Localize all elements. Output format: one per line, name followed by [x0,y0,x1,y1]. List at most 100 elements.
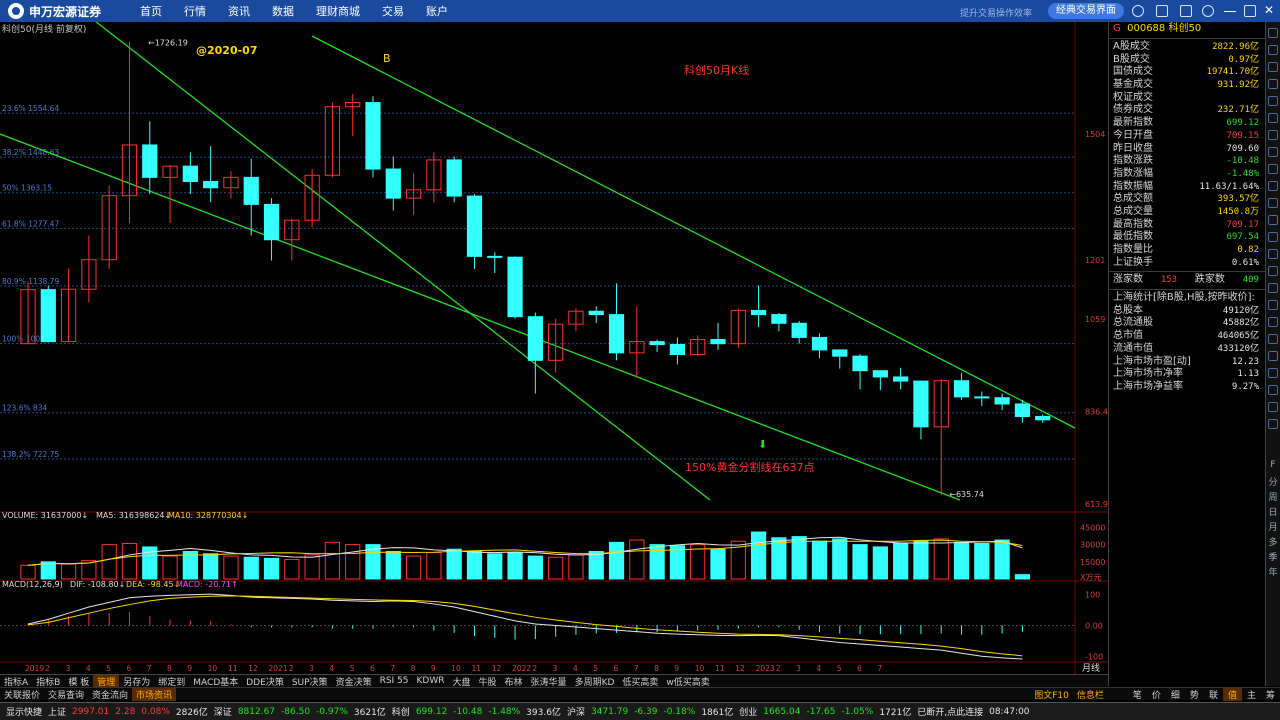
maximize-icon[interactable] [1244,5,1256,17]
up-label: 涨家数 [1113,274,1143,286]
tool-icon[interactable] [1268,130,1278,140]
indicator-tab[interactable]: 另存为 [119,675,154,688]
tool-icon[interactable] [1268,266,1278,276]
period-button[interactable]: 多 [1268,535,1278,548]
indicator-tab[interactable]: 多周期KD [571,675,619,688]
status-item[interactable]: 显示快捷 [6,705,42,718]
tool-icon[interactable] [1268,334,1278,344]
period-button[interactable]: 月 [1268,520,1278,533]
tool-icon[interactable] [1268,96,1278,106]
volume-bar [487,553,503,580]
indicator-tab[interactable]: 指标A [0,675,32,688]
volume-bar [811,540,828,580]
volume-bar [548,556,564,580]
view-switch[interactable]: 筹 [1261,688,1280,701]
info-tab[interactable]: 资金流向 [88,688,132,701]
view-switch[interactable]: 势 [1185,688,1204,701]
info-tab[interactable]: 关联报价 [0,688,44,701]
volume-bar [994,539,1010,580]
tool-icon[interactable] [1268,198,1278,208]
indicator-tab[interactable]: 布林 [501,675,527,688]
stats-title-text: 上海统计[除B股,H股,按昨收价]: [1113,292,1255,304]
period-button[interactable]: 周 [1268,490,1278,503]
indicator-tab[interactable]: DDE决策 [242,675,288,688]
tool-icon[interactable] [1268,164,1278,174]
nav-item-1[interactable]: 行情 [184,3,206,19]
indicator-tab[interactable]: 张涛华量 [527,675,571,688]
date-tick: 11 [228,664,238,673]
period-button[interactable]: 分 [1268,475,1278,488]
view-switch[interactable]: 价 [1147,688,1166,701]
indicator-tab[interactable]: KDWR [413,676,449,686]
tool-icon[interactable] [1268,351,1278,361]
tool-icon[interactable] [1268,28,1278,38]
settings-icon[interactable] [1202,5,1214,17]
tool-icon[interactable] [1268,147,1278,157]
close-icon[interactable]: ✕ [1264,3,1274,17]
indicator-tab[interactable]: MACD基本 [189,675,242,688]
minimize-icon[interactable] [1224,11,1236,12]
period-button[interactable]: 日 [1268,505,1278,518]
indicator-tab[interactable]: 管理 [93,674,120,688]
chart-area[interactable]: 科创50(月线 前复权) 23.6% 1554.64 38.2% 1448.63 50… [0,22,1108,674]
indicator-tab[interactable]: 大盘 [449,675,475,688]
volume-bar [710,548,726,580]
tool-icon[interactable] [1268,232,1278,242]
indicator-tab[interactable]: w低买高卖 [662,675,713,688]
tool-icon[interactable] [1268,45,1278,55]
info-tab[interactable]: 交易查询 [44,688,88,701]
indicator-tab[interactable]: 绑定到 [154,675,189,688]
tool-icon[interactable] [1268,215,1278,225]
nav-item-6[interactable]: 账户 [426,3,448,19]
view-switch[interactable]: 联 [1204,688,1223,701]
info-tab[interactable]: 市场资讯 [132,687,177,701]
quote-value: 699.12 [1226,118,1259,129]
quote-label: 指数涨幅 [1113,167,1153,179]
nav-item-2[interactable]: 资讯 [228,3,250,19]
tool-icon[interactable] [1268,419,1278,429]
indicator-tab[interactable]: SUP决策 [288,675,332,688]
classic-trading-button[interactable]: 经典交易界面 [1048,3,1124,19]
quote-label: 最高指数 [1113,218,1153,230]
tool-icon[interactable] [1268,79,1278,89]
view-switch[interactable]: 值 [1222,687,1242,701]
indicator-tab[interactable]: 牛股 [475,675,501,688]
nav-item-4[interactable]: 理财商城 [316,3,360,19]
date-tick: 5 [350,664,355,673]
info-tab-right[interactable]: 图文F10 [1030,688,1073,701]
theme-icon[interactable] [1132,5,1144,17]
indicator-tab[interactable]: 模 板 [64,675,93,688]
status-item[interactable]: 已断开,点此连接 [917,705,983,718]
tool-icon[interactable] [1268,300,1278,310]
period-button[interactable]: 季 [1268,550,1278,563]
tool-icon[interactable] [1268,368,1278,378]
nav-item-3[interactable]: 数据 [272,3,294,19]
nav-item-5[interactable]: 交易 [382,3,404,19]
quote-value: 931.92亿 [1217,80,1259,91]
view-switch[interactable]: 主 [1242,688,1261,701]
tool-icon[interactable] [1268,181,1278,191]
nav-item-0[interactable]: 首页 [140,3,162,19]
headset-icon[interactable] [1156,5,1168,17]
tool-icon[interactable] [1268,385,1278,395]
quote-row: 指数振幅 11.63/1.64% [1109,181,1265,194]
tool-icon[interactable] [1268,249,1278,259]
stat-value: 45882亿 [1222,318,1259,329]
view-switch[interactable]: 笔 [1128,688,1147,701]
view-switch[interactable]: 细 [1166,688,1185,701]
tool-icon[interactable] [1268,317,1278,327]
kline-chart[interactable]: 科创50(月线 前复权)23.6% 1554.6438.2% 1448.6350… [0,22,1108,674]
tool-icon[interactable] [1268,62,1278,72]
fib-label: 23.6% 1554.64 [2,104,59,113]
period-button[interactable]: 年 [1268,565,1278,578]
indicator-tab[interactable]: 资金决策 [332,675,376,688]
indicator-tab[interactable]: 指标B [32,675,64,688]
tool-icon[interactable] [1268,283,1278,293]
tool-icon[interactable] [1268,113,1278,123]
mail-icon[interactable] [1180,5,1192,17]
period-button[interactable]: F [1268,460,1278,470]
tool-icon[interactable] [1268,402,1278,412]
info-tab-right[interactable]: 信息栏 [1073,688,1108,701]
indicator-tab[interactable]: 低买高卖 [618,675,662,688]
indicator-tab[interactable]: RSI 55 [376,676,413,686]
